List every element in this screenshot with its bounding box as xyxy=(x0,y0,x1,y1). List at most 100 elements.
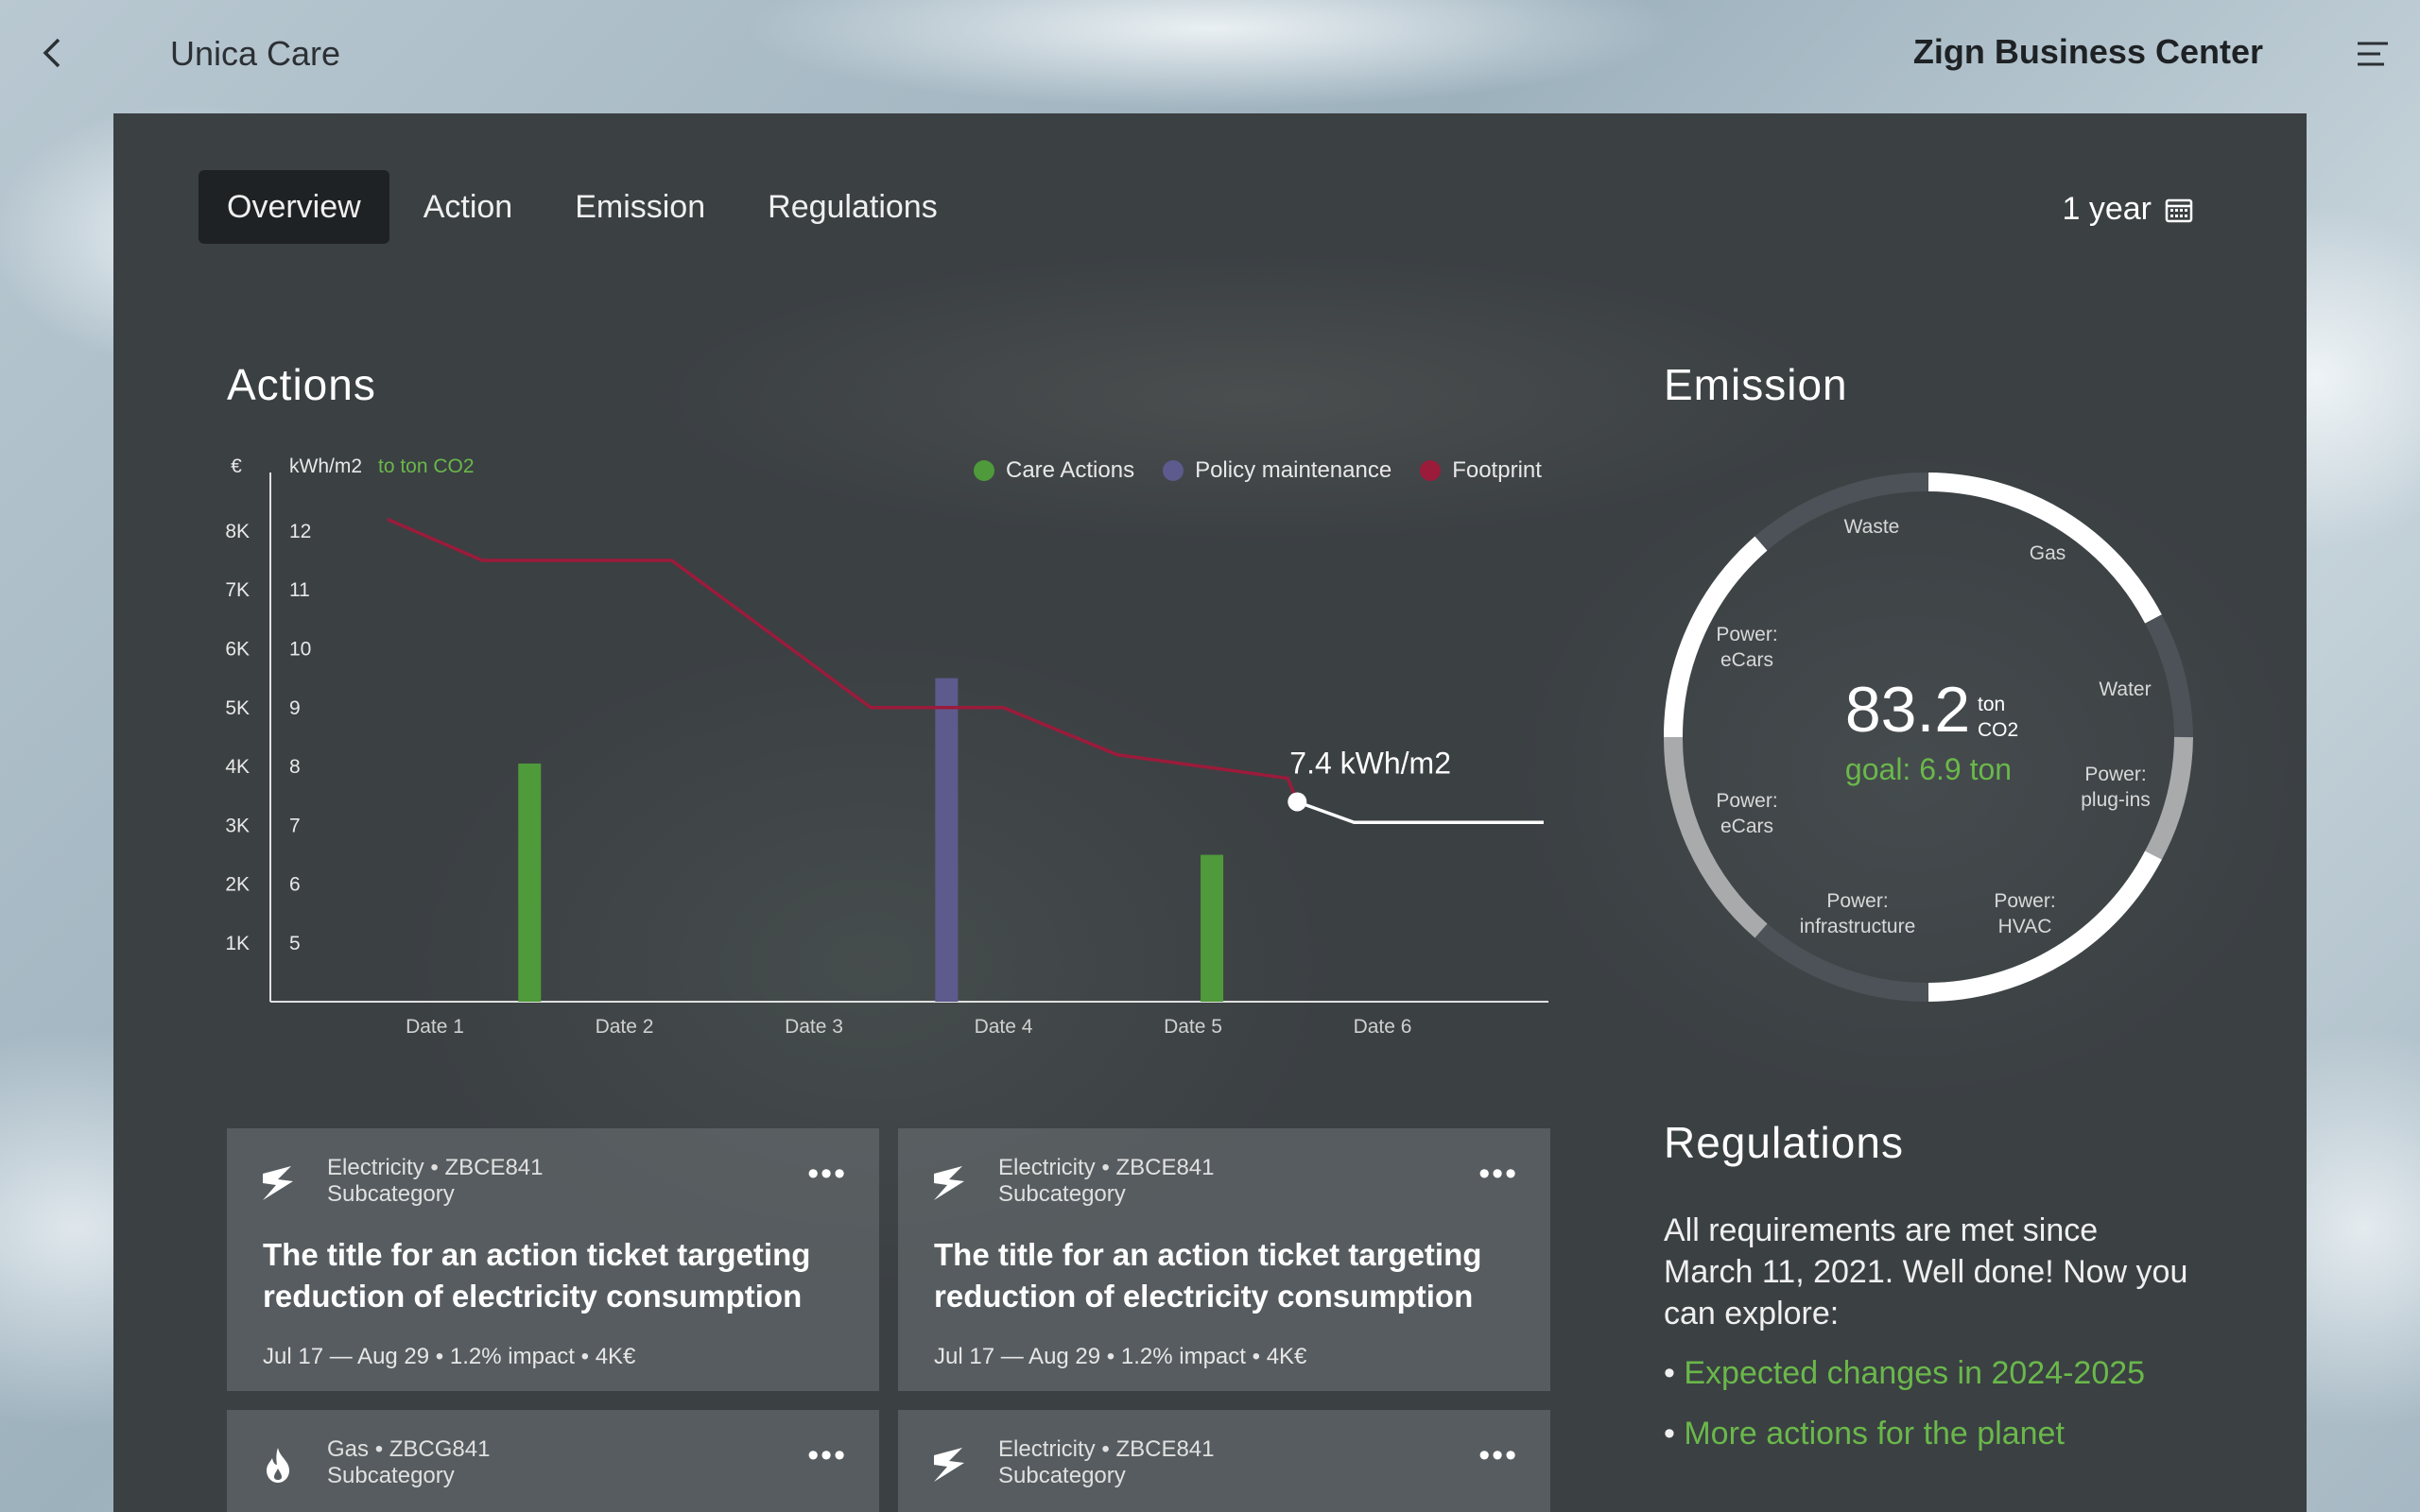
y-right-tick-label: 9 xyxy=(289,697,301,719)
emission-value: 83.2 xyxy=(1845,674,1970,746)
y-right-tick-label: 12 xyxy=(289,521,311,542)
card-meta: Electricity • ZBCE841 Subcategory xyxy=(998,1436,1215,1489)
card-code: ZBCE841 xyxy=(1115,1155,1215,1180)
card-footer: Jul 17 — Aug 29 • 1.2% impact • 4K€ xyxy=(263,1344,635,1370)
card-title: The title for an action ticket targeting… xyxy=(263,1237,811,1314)
separator: • xyxy=(1101,1436,1110,1462)
emission-unit-ton: ton xyxy=(1978,694,2005,715)
card-category: Electricity xyxy=(998,1155,1096,1180)
card-impact: 1.2% impact xyxy=(1120,1344,1246,1369)
card-title: The title for an action ticket targeting… xyxy=(934,1237,1482,1314)
tab-regulations[interactable]: Regulations xyxy=(739,170,966,244)
action-card[interactable]: Electricity • ZBCE841 Subcategory ••• xyxy=(898,1410,1550,1512)
y-right-axis-sublabel: to ton CO2 xyxy=(378,455,475,477)
y-right-tick-label: 10 xyxy=(289,639,311,661)
card-meta: Electricity • ZBCE841 Subcategory xyxy=(998,1155,1215,1208)
lightning-icon xyxy=(934,1448,964,1482)
bar xyxy=(935,678,959,1002)
more-options-icon[interactable]: ••• xyxy=(807,1439,847,1471)
more-options-icon[interactable]: ••• xyxy=(1478,1439,1518,1471)
emission-donut: Waste Gas Water Power: plug-ins Power: HVA… xyxy=(1663,472,2193,1003)
card-meta: Gas • ZBCG841 Subcategory xyxy=(327,1436,490,1489)
y-right-tick-label: 11 xyxy=(289,579,310,601)
card-subcategory: Subcategory xyxy=(998,1463,1126,1488)
lightning-icon xyxy=(934,1166,964,1200)
current-point-marker xyxy=(1288,792,1307,812)
separator: • xyxy=(1101,1155,1110,1180)
card-cost: 4K€ xyxy=(1266,1344,1307,1369)
x-tick-label: Date 6 xyxy=(1354,1016,1412,1038)
tab-emission[interactable]: Emission xyxy=(546,170,734,244)
y-right-tick-label: 8 xyxy=(289,756,301,778)
x-tick-label: Date 1 xyxy=(406,1016,464,1038)
card-cost: 4K€ xyxy=(595,1344,636,1369)
period-selector[interactable]: 1 year xyxy=(2063,191,2194,228)
card-footer: Jul 17 — Aug 29 • 1.2% impact • 4K€ xyxy=(934,1344,1306,1370)
y-left-tick-label: 1K xyxy=(225,933,250,954)
y-right-axis-label: kWh/m2 xyxy=(289,455,362,477)
card-category: Electricity xyxy=(998,1436,1096,1462)
card-code: ZBCG841 xyxy=(389,1436,491,1462)
y-left-tick-label: 2K xyxy=(225,874,250,896)
emission-title: Emission xyxy=(1664,360,1848,409)
label-plugins: Power: plug-ins xyxy=(2081,764,2151,811)
separator: • xyxy=(374,1436,384,1462)
card-meta: Electricity • ZBCE841 Subcategory xyxy=(327,1155,544,1208)
y-left-tick-label: 5K xyxy=(225,697,250,719)
separator: • xyxy=(580,1344,590,1369)
x-tick-label: Date 5 xyxy=(1164,1016,1222,1038)
regulations-text: All requirements are met since March 11,… xyxy=(1664,1212,2188,1332)
x-tick-label: Date 3 xyxy=(785,1016,843,1038)
actions-title: Actions xyxy=(227,360,376,409)
card-subcategory: Subcategory xyxy=(327,1463,455,1488)
label-gas: Gas xyxy=(2030,542,2066,564)
more-actions-link[interactable]: More actions for the planet xyxy=(1684,1416,2065,1452)
menu-icon[interactable] xyxy=(2354,40,2392,68)
bullet: • xyxy=(1664,1355,1675,1391)
separator: • xyxy=(435,1344,444,1369)
y-left-axis-label: € xyxy=(231,455,242,477)
flame-icon xyxy=(267,1448,289,1483)
bar xyxy=(1201,854,1224,1002)
emission-unit-co2: CO2 xyxy=(1978,719,2018,741)
card-impact: 1.2% impact xyxy=(449,1344,575,1369)
more-options-icon[interactable]: ••• xyxy=(807,1158,847,1190)
card-category: Gas xyxy=(327,1436,370,1462)
card-dates: Jul 17 — Aug 29 xyxy=(934,1344,1101,1369)
tab-bar: Overview Action Emission Regulations xyxy=(199,170,966,244)
card-code: ZBCE841 xyxy=(1115,1436,1215,1462)
y-left-tick-label: 7K xyxy=(225,579,250,601)
action-card[interactable]: Electricity • ZBCE841 Subcategory ••• Th… xyxy=(898,1128,1550,1391)
y-left-tick-label: 8K xyxy=(225,521,250,542)
action-card[interactable]: Electricity • ZBCE841 Subcategory ••• Th… xyxy=(227,1128,879,1391)
donut-segment-plugins xyxy=(2145,736,2193,860)
calendar-icon xyxy=(2165,198,2193,222)
y-left-tick-label: 6K xyxy=(225,639,250,661)
action-card[interactable]: Gas • ZBCG841 Subcategory ••• xyxy=(227,1410,879,1512)
card-category: Electricity xyxy=(327,1155,424,1180)
forecast-line xyxy=(1296,799,1544,825)
x-tick-label: Date 4 xyxy=(975,1016,1033,1038)
bullet: • xyxy=(1664,1416,1675,1452)
actions-chart: € kWh/m2 to ton CO2 1K 2K 3K 4K 5K 6K 7K 8K 5 6 7 8 9 10… xyxy=(225,455,1548,1038)
footprint-line xyxy=(387,517,1299,803)
expected-changes-link[interactable]: Expected changes in 2024-2025 xyxy=(1684,1355,2145,1391)
separator: • xyxy=(430,1155,439,1180)
label-waste: Waste xyxy=(1844,516,1900,538)
y-left-tick-label: 4K xyxy=(225,756,250,778)
business-center-name: Zign Business Center xyxy=(1912,32,2263,71)
tab-overview[interactable]: Overview xyxy=(199,170,389,244)
tab-action[interactable]: Action xyxy=(395,170,542,244)
y-left-tick-label: 3K xyxy=(225,815,250,836)
more-options-icon[interactable]: ••• xyxy=(1478,1158,1518,1190)
label-water: Water xyxy=(2099,679,2151,700)
regulations-link-row: • More actions for the planet xyxy=(1664,1416,2065,1452)
separator: • xyxy=(1252,1344,1261,1369)
back-arrow-icon[interactable] xyxy=(34,34,72,72)
card-subcategory: Subcategory xyxy=(327,1181,455,1207)
card-dates: Jul 17 — Aug 29 xyxy=(263,1344,430,1369)
card-code: ZBCE841 xyxy=(444,1155,544,1180)
bar xyxy=(518,763,542,1002)
period-label: 1 year xyxy=(2062,191,2152,227)
current-value-annotation: 7.4 kWh/m2 xyxy=(1289,746,1451,780)
